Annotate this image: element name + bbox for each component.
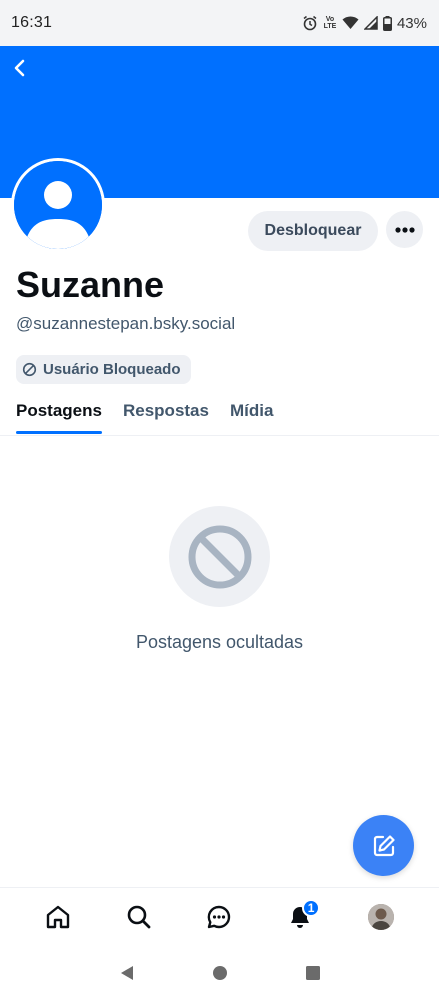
ban-small-icon — [22, 362, 37, 377]
notification-badge: 1 — [302, 898, 321, 917]
empty-state-icon-container — [169, 506, 270, 607]
nav-search[interactable] — [115, 893, 163, 941]
volte-icon: Vo LTE — [323, 16, 337, 30]
signal-icon — [363, 16, 378, 30]
nav-profile[interactable] — [357, 893, 405, 941]
profile-tabs: Postagens Respostas Mídia — [16, 398, 273, 436]
back-button[interactable] — [6, 54, 34, 82]
status-bar: 16:31 Vo LTE 43% — [0, 0, 439, 46]
tab-posts[interactable]: Postagens — [16, 398, 102, 434]
tab-media[interactable]: Mídia — [230, 398, 273, 434]
blocked-badge: Usuário Bloqueado — [16, 355, 191, 384]
nav-chat[interactable] — [195, 893, 243, 941]
user-avatar — [367, 903, 394, 930]
battery-percentage: 43% — [396, 14, 427, 32]
profile-avatar[interactable] — [11, 158, 105, 252]
display-name: Suzanne — [16, 264, 165, 305]
status-icons: Vo LTE 43% — [302, 15, 427, 32]
empty-state-message: Postagens ocultadas — [135, 632, 304, 652]
system-home-icon[interactable] — [212, 965, 228, 981]
nav-home[interactable] — [34, 893, 82, 941]
home-icon — [47, 905, 70, 928]
unblock-button[interactable]: Desbloquear — [248, 211, 378, 251]
status-time: 16:31 — [11, 14, 53, 31]
battery-icon — [382, 15, 392, 31]
bottom-nav: 1 — [0, 887, 439, 945]
compose-icon — [373, 834, 395, 856]
blocked-badge-label: Usuário Bloqueado — [43, 361, 181, 378]
more-options-button[interactable] — [386, 211, 423, 248]
wifi-icon — [342, 16, 359, 30]
tab-replies[interactable]: Respostas — [123, 398, 209, 434]
system-navigation — [0, 945, 439, 1000]
profile-handle: @suzannestepan.bsky.social — [16, 314, 236, 333]
default-avatar-icon — [14, 161, 102, 249]
search-icon — [127, 905, 151, 928]
system-back-icon[interactable] — [119, 964, 135, 982]
chat-icon — [208, 905, 231, 928]
alarm-icon — [302, 15, 318, 31]
system-recents-icon[interactable] — [305, 965, 321, 981]
ban-icon — [188, 525, 251, 588]
nav-notifications[interactable]: 1 — [276, 893, 324, 941]
tabs-divider — [0, 435, 439, 436]
chevron-left-icon — [14, 59, 25, 77]
compose-post-button[interactable] — [353, 815, 414, 876]
more-horizontal-icon — [394, 226, 415, 233]
